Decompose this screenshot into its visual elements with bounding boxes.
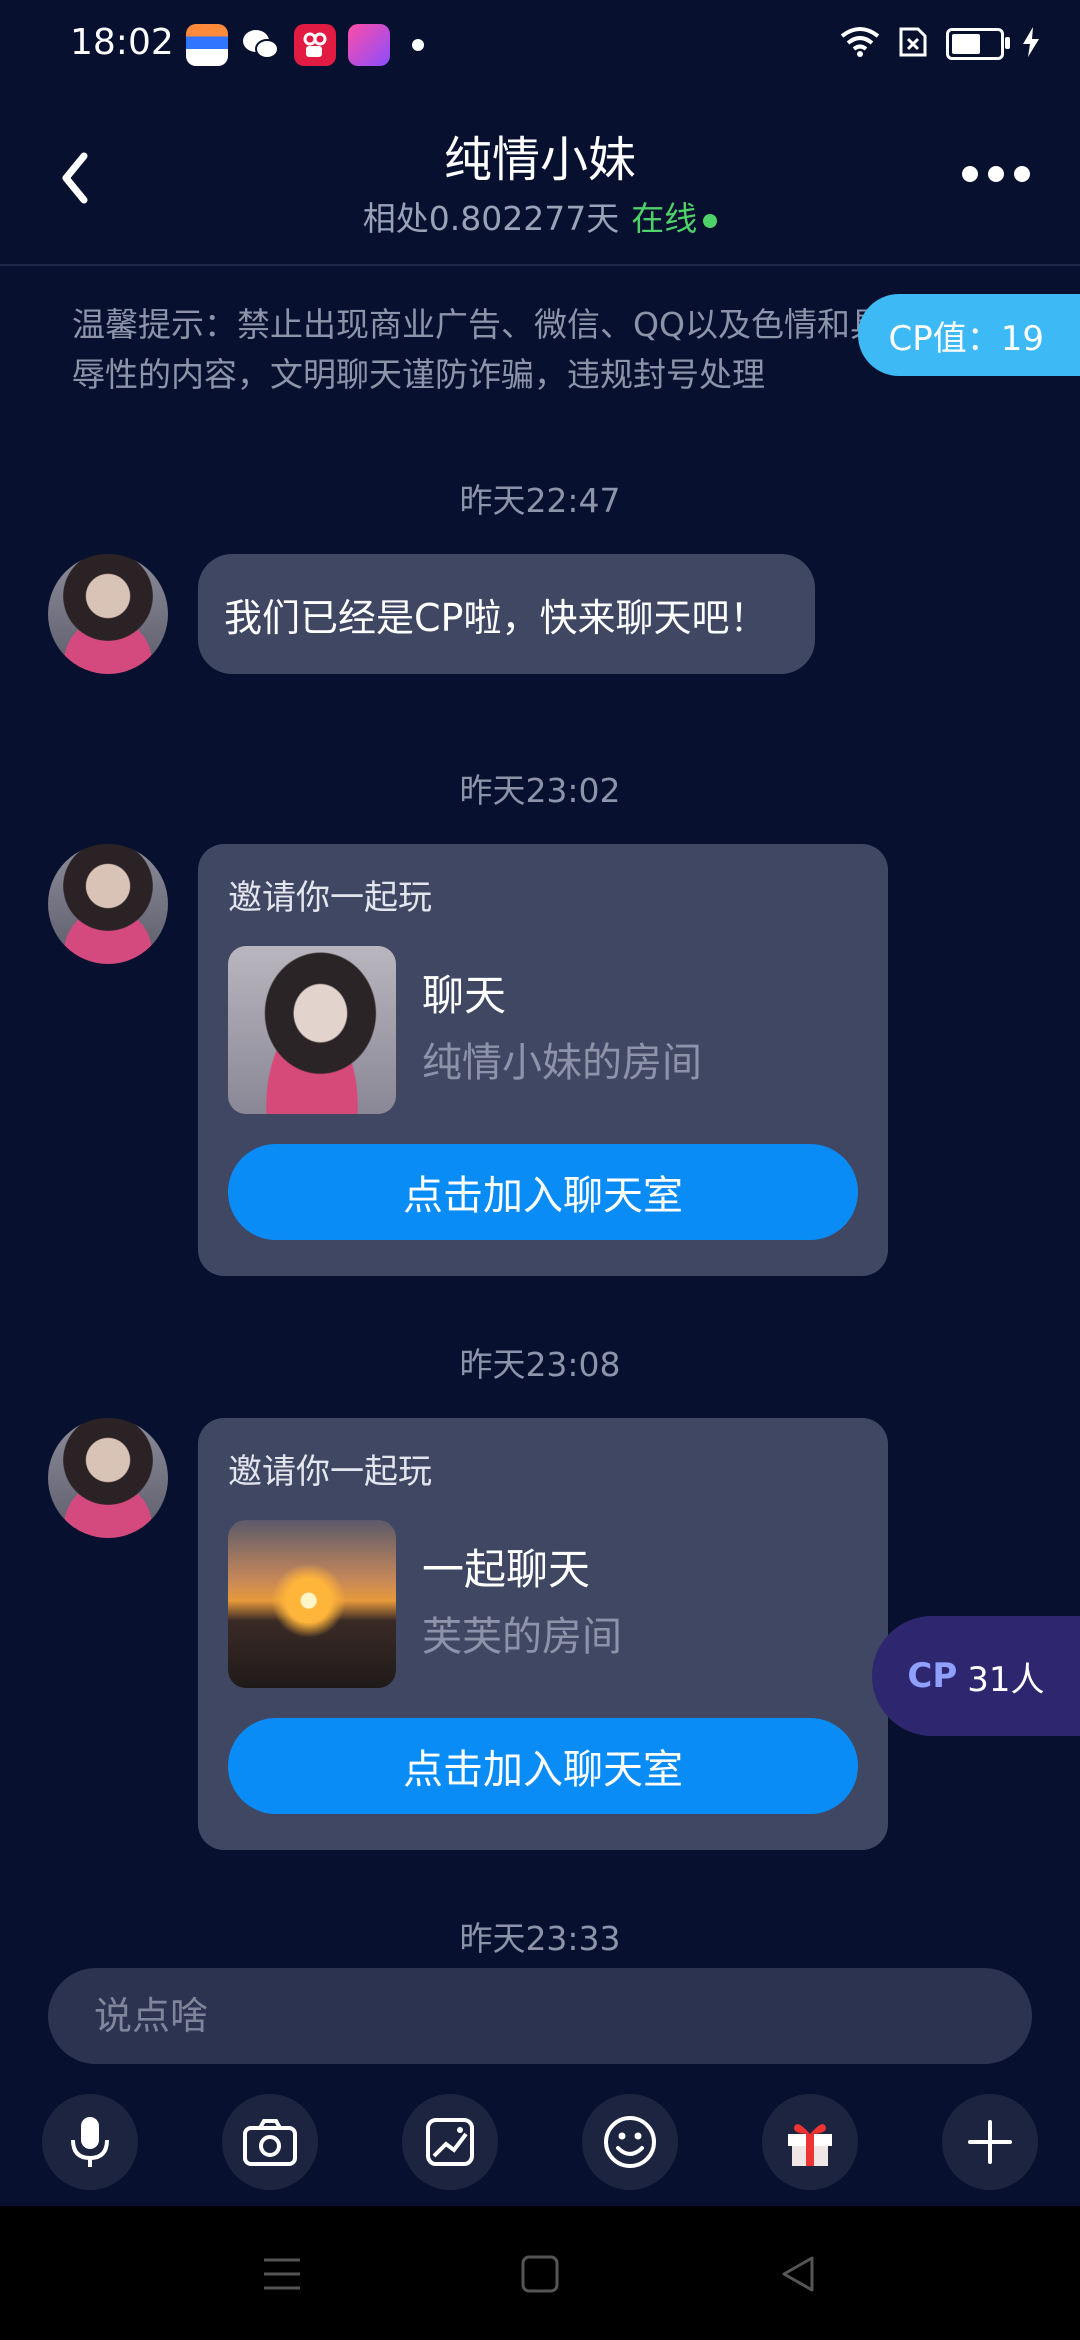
message-input[interactable]: [48, 1968, 1032, 2064]
wallet-app-icon: [186, 24, 228, 66]
status-bar: 18:02: [0, 0, 1080, 96]
status-time: 18:02: [70, 22, 174, 63]
more-dot-icon: [1014, 166, 1030, 182]
message-timestamp: 昨天23:08: [459, 1345, 621, 1384]
notification-icons: [186, 24, 424, 66]
camera-icon: [243, 2119, 297, 2166]
no-sim-icon: [898, 26, 928, 62]
gift-icon: [788, 2124, 832, 2166]
chat-toolbar: [0, 2088, 1080, 2208]
warm-tip-notice: 温馨提示：禁止出现商业广告、微信、QQ以及色情和具有侮辱性的内容，文明聊天谨防诈…: [72, 305, 949, 394]
chat-header: 纯情小妹 相处0.802277天 在线: [0, 96, 1080, 266]
room-invite-card[interactable]: 邀请你一起玩 一起聊天 芙芙的房间 点击加入聊天室: [198, 1418, 888, 1850]
message-timestamp: 昨天22:47: [459, 481, 621, 520]
cp-count-value: 31人: [967, 1659, 1045, 1700]
battery-icon: [946, 28, 1010, 60]
emoji-button[interactable]: [582, 2094, 678, 2190]
room-name: 聊天: [422, 971, 507, 1020]
join-room-button[interactable]: 点击加入聊天室: [228, 1718, 858, 1814]
room-owner: 纯情小妹的房间: [422, 1040, 702, 1086]
voice-app-icon: [348, 24, 390, 66]
cp-value-badge[interactable]: CP值：19: [858, 294, 1080, 376]
voice-button[interactable]: [42, 2094, 138, 2190]
image-button[interactable]: [402, 2094, 498, 2190]
microphone-icon: [71, 2117, 109, 2167]
room-name: 一起聊天: [422, 1545, 591, 1594]
online-status: 在线: [631, 199, 698, 238]
image-icon: [426, 2118, 474, 2166]
charging-icon: [1022, 27, 1040, 61]
avatar[interactable]: [48, 554, 168, 674]
wifi-icon: [840, 26, 880, 62]
system-status-icons: [840, 26, 1040, 62]
avatar[interactable]: [48, 1418, 168, 1538]
camera-button[interactable]: [222, 2094, 318, 2190]
days-together: 相处0.802277天: [362, 199, 620, 238]
room-thumbnail: [228, 946, 396, 1114]
system-nav-bar: [0, 2206, 1080, 2340]
invite-label: 邀请你一起玩: [228, 878, 432, 918]
invite-label: 邀请你一起玩: [228, 1452, 432, 1492]
more-dot-icon: [988, 166, 1004, 182]
message-input-bar: [48, 1968, 1032, 2064]
kuaishou-icon: [294, 24, 336, 66]
wechat-icon: [240, 24, 282, 66]
message-timestamp: 昨天23:33: [459, 1919, 621, 1958]
more-dot-icon: [962, 166, 978, 182]
cp-count-badge[interactable]: CP 31人: [872, 1616, 1080, 1736]
home-square-icon: [521, 2255, 559, 2293]
gift-button[interactable]: [762, 2094, 858, 2190]
more-notifications-icon: [412, 39, 424, 51]
plus-icon: [968, 2120, 1012, 2164]
chat-subtitle: 相处0.802277天 在线: [0, 192, 1080, 240]
more-actions-button[interactable]: [942, 2094, 1038, 2190]
message-timestamp: 昨天23:02: [459, 771, 621, 810]
menu-nav-button[interactable]: [258, 2250, 306, 2298]
home-nav-button[interactable]: [516, 2250, 564, 2298]
back-nav-button[interactable]: [774, 2250, 822, 2298]
more-options-button[interactable]: [962, 166, 1030, 182]
join-room-button[interactable]: 点击加入聊天室: [228, 1144, 858, 1240]
cp-label: CP: [907, 1656, 958, 1696]
room-thumbnail: [228, 1520, 396, 1688]
back-triangle-icon: [782, 2256, 814, 2292]
page-title: 纯情小妹: [443, 132, 636, 188]
room-invite-card[interactable]: 邀请你一起玩 聊天 纯情小妹的房间 点击加入聊天室: [198, 844, 888, 1276]
avatar[interactable]: [48, 844, 168, 964]
online-dot-icon: [703, 213, 718, 228]
emoji-icon: [604, 2116, 656, 2168]
message-bubble: 我们已经是CP啦，快来聊天吧！: [198, 554, 816, 674]
menu-icon: [264, 2258, 300, 2290]
room-owner: 芙芙的房间: [422, 1614, 622, 1660]
